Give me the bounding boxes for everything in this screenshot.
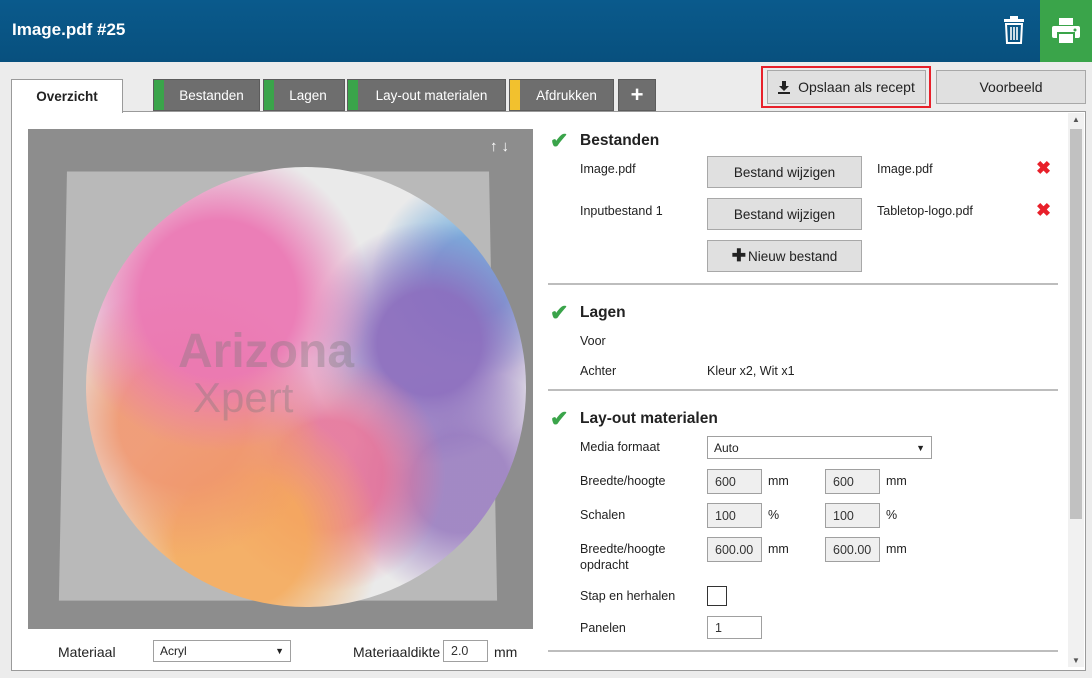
tab-bestanden[interactable]: Bestanden <box>153 79 260 111</box>
app-header: Image.pdf #25 <box>0 0 1092 62</box>
tab-lagen[interactable]: Lagen <box>263 79 345 111</box>
layer-front-label: Voor <box>580 334 606 348</box>
scrollbar-thumb[interactable] <box>1070 129 1082 519</box>
thickness-input[interactable]: 2.0 <box>443 640 488 662</box>
job-width-value: 600.00 <box>715 542 754 557</box>
unit-label: mm <box>768 542 789 556</box>
scale-y-value: 100 <box>833 508 854 523</box>
status-bar <box>348 80 358 110</box>
tab-afdrukken[interactable]: Afdrukken <box>509 79 614 111</box>
scale-x-value: 100 <box>715 508 736 523</box>
file-name: Tabletop-logo.pdf <box>877 204 973 218</box>
file-name: Image.pdf <box>877 162 933 176</box>
save-recipe-label: Opslaan als recept <box>798 79 915 95</box>
width-value: 600 <box>715 474 736 489</box>
section-divider <box>548 283 1058 285</box>
height-input[interactable]: 600 <box>825 469 880 494</box>
scale-label: Schalen <box>580 508 626 522</box>
plus-icon: ✚ <box>731 246 746 265</box>
scroll-up-icon[interactable]: ▲ <box>1072 115 1080 124</box>
check-icon: ✔ <box>550 128 569 153</box>
layer-back-label: Achter <box>580 364 617 378</box>
button-label: Bestand wijzigen <box>733 164 836 180</box>
unit-label: mm <box>886 542 907 556</box>
swap-arrows-icon[interactable]: ↑↓ <box>490 138 513 155</box>
section-title-lagen: Lagen <box>580 304 626 321</box>
status-bar <box>510 80 520 110</box>
height-value: 600 <box>833 474 854 489</box>
panels-label: Panelen <box>580 621 626 635</box>
trash-icon[interactable] <box>996 12 1032 48</box>
job-size-label: opdracht <box>580 558 629 572</box>
download-icon <box>778 80 791 94</box>
tab-label: Afdrukken <box>536 87 597 103</box>
panels-input[interactable]: 1 <box>707 616 762 639</box>
job-title: Image.pdf #25 <box>12 20 126 39</box>
preview-button[interactable]: Voorbeeld <box>936 70 1086 104</box>
unit-label: % <box>886 508 898 522</box>
thickness-unit: mm <box>494 644 518 660</box>
step-repeat-label: Stap en herhalen <box>580 589 676 603</box>
save-recipe-button[interactable]: Opslaan als recept <box>767 70 926 104</box>
preview-image <box>86 167 526 607</box>
change-file-button[interactable]: Bestand wijzigen <box>707 198 862 230</box>
scale-x-input[interactable]: 100 <box>707 503 762 528</box>
scroll-down-icon[interactable]: ▼ <box>1072 656 1080 665</box>
print-preview[interactable]: Arizona Xpert <box>28 129 533 629</box>
media-format-label: Media formaat <box>580 440 660 454</box>
preview-label: Voorbeeld <box>979 79 1043 95</box>
job-height-value: 600.00 <box>833 542 872 557</box>
change-file-button[interactable]: Bestand wijzigen <box>707 156 862 188</box>
check-icon: ✔ <box>550 300 569 325</box>
job-height-input[interactable]: 600.00 <box>825 537 880 562</box>
section-divider <box>548 389 1058 391</box>
scrollbar[interactable]: ▲ ▼ <box>1068 113 1084 667</box>
watermark-text: Xpert <box>193 374 294 421</box>
step-repeat-checkbox[interactable] <box>707 586 727 606</box>
unit-label: mm <box>768 474 789 488</box>
material-label: Materiaal <box>58 644 116 660</box>
button-label: Bestand wijzigen <box>733 206 836 222</box>
thickness-value: 2.0 <box>451 644 469 658</box>
section-title-layout: Lay-out materialen <box>580 410 718 427</box>
size-label: Breedte/hoogte <box>580 474 666 488</box>
tab-label: Bestanden <box>179 87 244 103</box>
tab-label: Lagen <box>289 87 327 103</box>
caret-down-icon: ▼ <box>916 443 925 453</box>
scale-y-input[interactable]: 100 <box>825 503 880 528</box>
caret-down-icon: ▼ <box>275 646 284 656</box>
tab-label: Overzicht <box>36 89 98 104</box>
job-width-input[interactable]: 600.00 <box>707 537 762 562</box>
thickness-label: Materiaaldikte <box>353 644 441 660</box>
check-icon: ✔ <box>550 406 569 431</box>
button-label: Nieuw bestand <box>747 248 838 264</box>
file-row-name: Inputbestand 1 <box>580 204 663 218</box>
material-select[interactable]: Acryl ▼ <box>153 640 291 662</box>
new-file-button[interactable]: ✚ Nieuw bestand <box>707 240 862 272</box>
panels-value: 1 <box>715 620 722 635</box>
plus-icon: + <box>630 82 644 107</box>
status-bar <box>154 80 164 110</box>
remove-file-icon[interactable]: ✖ <box>1036 200 1051 221</box>
remove-file-icon[interactable]: ✖ <box>1036 158 1051 179</box>
print-button[interactable] <box>1040 0 1092 62</box>
tab-overzicht[interactable]: Overzicht <box>11 79 123 113</box>
material-value: Acryl <box>160 644 187 658</box>
watermark-text: Arizona <box>178 325 355 378</box>
tab-label: Lay-out materialen <box>375 87 488 103</box>
print-icon <box>1052 18 1080 44</box>
layer-back-value: Kleur x2, Wit x1 <box>707 364 795 378</box>
job-size-label: Breedte/hoogte <box>580 542 666 556</box>
status-bar <box>264 80 274 110</box>
section-divider <box>548 650 1058 652</box>
add-tab-button[interactable]: + <box>618 79 656 111</box>
media-format-select[interactable]: Auto ▼ <box>707 436 932 459</box>
file-row-name: Image.pdf <box>580 162 636 176</box>
width-input[interactable]: 600 <box>707 469 762 494</box>
section-title-bestanden: Bestanden <box>580 132 660 149</box>
unit-label: mm <box>886 474 907 488</box>
media-format-value: Auto <box>714 440 739 455</box>
tab-layout-materialen[interactable]: Lay-out materialen <box>347 79 506 111</box>
unit-label: % <box>768 508 780 522</box>
